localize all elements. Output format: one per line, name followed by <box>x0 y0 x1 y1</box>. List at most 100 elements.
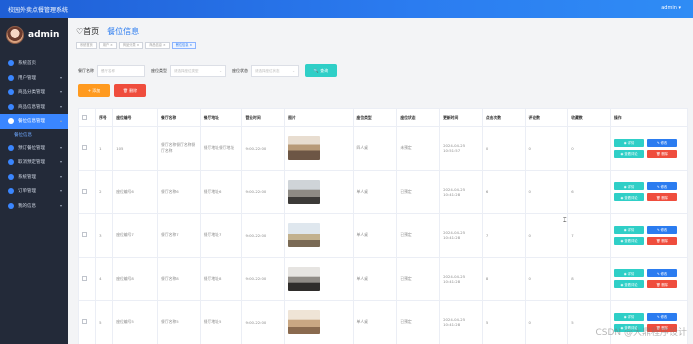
cell-comments: 0 <box>524 300 569 344</box>
sidebar-item-label: 我的信息 <box>18 203 36 209</box>
sidebar-item-orders[interactable]: 订单管理 ▾ <box>0 184 68 199</box>
name-filter-input[interactable]: 餐厅名称 <box>97 64 145 77</box>
cell-favorites: 8 <box>567 256 612 301</box>
restaurant-image[interactable] <box>288 136 321 161</box>
edit-button[interactable]: ✎ 修改 <box>647 269 678 278</box>
type-filter-select[interactable]: 请选择座位类型 ⌄ <box>170 64 226 77</box>
edit-button[interactable]: ✎ 修改 <box>647 138 678 147</box>
table-row: 3 座位编号7 餐厅名称7 餐厅地址7 9:00-22:00 单人桌 已预定 2… <box>78 213 688 258</box>
cell-comments: 0 <box>524 213 569 258</box>
cell-restaurant-name: 餐厅名称7 <box>157 213 201 258</box>
seat-table: 序号 座位编号 餐厅名称 餐厅地址 营业时间 图片 座位类型 座位状态 更新时间… <box>78 108 688 344</box>
page-title-home[interactable]: 首页 <box>83 27 99 36</box>
row-checkbox[interactable] <box>82 188 87 194</box>
cell-seat-type: 单人桌 <box>352 169 398 214</box>
type-filter-label: 座位类型 <box>151 67 167 73</box>
header-select-all[interactable] <box>78 108 97 127</box>
chevron-down-icon: ▾ <box>59 144 62 150</box>
cell-seat-type: 单人桌 <box>352 300 398 344</box>
sidebar-item-cancellations[interactable]: 取消预定管理 ▾ <box>0 155 68 170</box>
delete-button[interactable]: 🗑 删除 <box>647 280 678 289</box>
row-checkbox[interactable] <box>82 275 87 281</box>
mouse-cursor-icon: ⌶ <box>563 217 567 224</box>
restaurant-image[interactable] <box>288 266 321 291</box>
sidebar-item-products[interactable]: 商品信息管理 ▾ <box>0 100 68 115</box>
sidebar-item-label: 系统管理 <box>18 174 36 180</box>
cell-restaurant-address: 餐厅地址餐厅地址 <box>199 126 243 171</box>
view-comments-button[interactable]: ◉ 查看评论 <box>614 193 645 202</box>
cell-hours: 9:00-22:00 <box>241 300 286 344</box>
chevron-down-icon: ▾ <box>59 103 62 109</box>
delete-button[interactable]: 🗑 删除 <box>647 236 678 245</box>
edit-button[interactable]: ✎ 修改 <box>647 225 678 234</box>
sidebar-item-bookings[interactable]: 预订餐位管理 ▾ <box>0 141 68 156</box>
cell-clicks: 8 <box>481 256 526 301</box>
bulk-delete-button[interactable]: 🗑 删除 <box>114 84 146 97</box>
chevron-up-icon: ▴ <box>59 118 62 123</box>
cell-seat-status: 已预定 <box>396 256 441 301</box>
gear-icon <box>8 173 14 180</box>
cell-comments: 0 <box>524 169 569 214</box>
header-comments: 评论数 <box>524 108 569 127</box>
cell-seat-code: 座位编号8 <box>112 256 159 301</box>
row-checkbox[interactable] <box>82 145 87 151</box>
sidebar-item-seats[interactable]: 餐位信息管理 ▴ <box>0 114 68 129</box>
search-button[interactable]: 🔍 查询 <box>305 64 337 77</box>
header-actions: 操作 <box>610 108 688 127</box>
tab-tags: 系统首页 用户 × 商品分类 × 商品信息 × 餐位信息 × <box>76 42 197 49</box>
sidebar-item-label: 预订餐位管理 <box>18 145 45 151</box>
name-filter-label: 餐厅名称 <box>78 67 94 73</box>
user-menu[interactable]: admin ▾ <box>661 5 681 11</box>
detail-button[interactable]: ◉ 详情 <box>614 182 645 191</box>
sidebar-item-home[interactable]: 系统首页 <box>0 56 68 71</box>
cell-clicks: 7 <box>481 213 526 258</box>
tag-home[interactable]: 系统首页 <box>76 42 97 49</box>
row-checkbox[interactable] <box>82 319 87 325</box>
delete-button[interactable]: 🗑 删除 <box>647 149 678 158</box>
view-comments-button[interactable]: ◉ 查看评论 <box>614 149 645 158</box>
sidebar-item-users[interactable]: 用户管理 ▾ <box>0 71 68 86</box>
cell-restaurant-address: 餐厅地址5 <box>199 300 243 344</box>
cell-seat-code: 座位编号5 <box>112 300 159 344</box>
sidebar-subitem-seat-info[interactable]: 餐位信息 <box>0 129 68 141</box>
header-clicks: 点击次数 <box>481 108 526 127</box>
view-comments-button[interactable]: ◉ 查看评论 <box>614 236 645 245</box>
chevron-down-icon: ▾ <box>59 188 62 193</box>
chevron-down-icon: ▾ <box>59 173 62 179</box>
header-restaurant-name: 餐厅名称 <box>157 108 201 127</box>
app-title: 校园外卖点餐管理系统 <box>8 7 69 14</box>
cell-no: 4 <box>95 256 114 301</box>
sidebar-item-label: 订单管理 <box>18 189 36 195</box>
checkbox[interactable] <box>82 114 87 120</box>
page-subtitle: 餐位信息 <box>107 27 140 36</box>
cell-restaurant-name: 餐厅名称8 <box>157 256 201 301</box>
cell-favorites: 0 <box>567 126 612 171</box>
sidebar-item-categories[interactable]: 商品分类管理 ▾ <box>0 85 68 100</box>
tag-seat-info[interactable]: 餐位信息 × <box>171 42 197 49</box>
edit-button[interactable]: ✎ 修改 <box>647 182 678 191</box>
chevron-down-icon: ⌄ <box>292 68 295 73</box>
cell-seat-status: 已预定 <box>396 213 441 258</box>
restaurant-image[interactable] <box>288 310 321 335</box>
header-seat-status: 座位状态 <box>396 108 441 127</box>
sidebar-item-system[interactable]: 系统管理 ▾ <box>0 170 68 185</box>
view-comments-button[interactable]: ◉ 查看评论 <box>614 280 645 289</box>
detail-button[interactable]: ◉ 详情 <box>614 225 645 234</box>
detail-button[interactable]: ◉ 详情 <box>614 138 645 147</box>
category-icon <box>8 89 14 96</box>
row-checkbox[interactable] <box>82 232 87 238</box>
tag-categories[interactable]: 商品分类 × <box>118 42 144 49</box>
restaurant-image[interactable] <box>288 223 321 248</box>
home-icon <box>8 60 14 67</box>
cell-seat-status: 已预定 <box>396 300 441 344</box>
status-filter-select[interactable]: 请选择座位状态 ⌄ <box>251 64 299 77</box>
detail-button[interactable]: ◉ 详情 <box>614 312 645 321</box>
restaurant-image[interactable] <box>288 179 321 204</box>
tag-users[interactable]: 用户 × <box>98 42 117 49</box>
edit-button[interactable]: ✎ 修改 <box>647 312 678 321</box>
detail-button[interactable]: ◉ 详情 <box>614 269 645 278</box>
sidebar-item-profile[interactable]: 我的信息 ▾ <box>0 199 68 214</box>
tag-products[interactable]: 商品信息 × <box>145 42 170 49</box>
delete-button[interactable]: 🗑 删除 <box>647 193 678 202</box>
add-button[interactable]: + 添加 <box>78 84 110 97</box>
